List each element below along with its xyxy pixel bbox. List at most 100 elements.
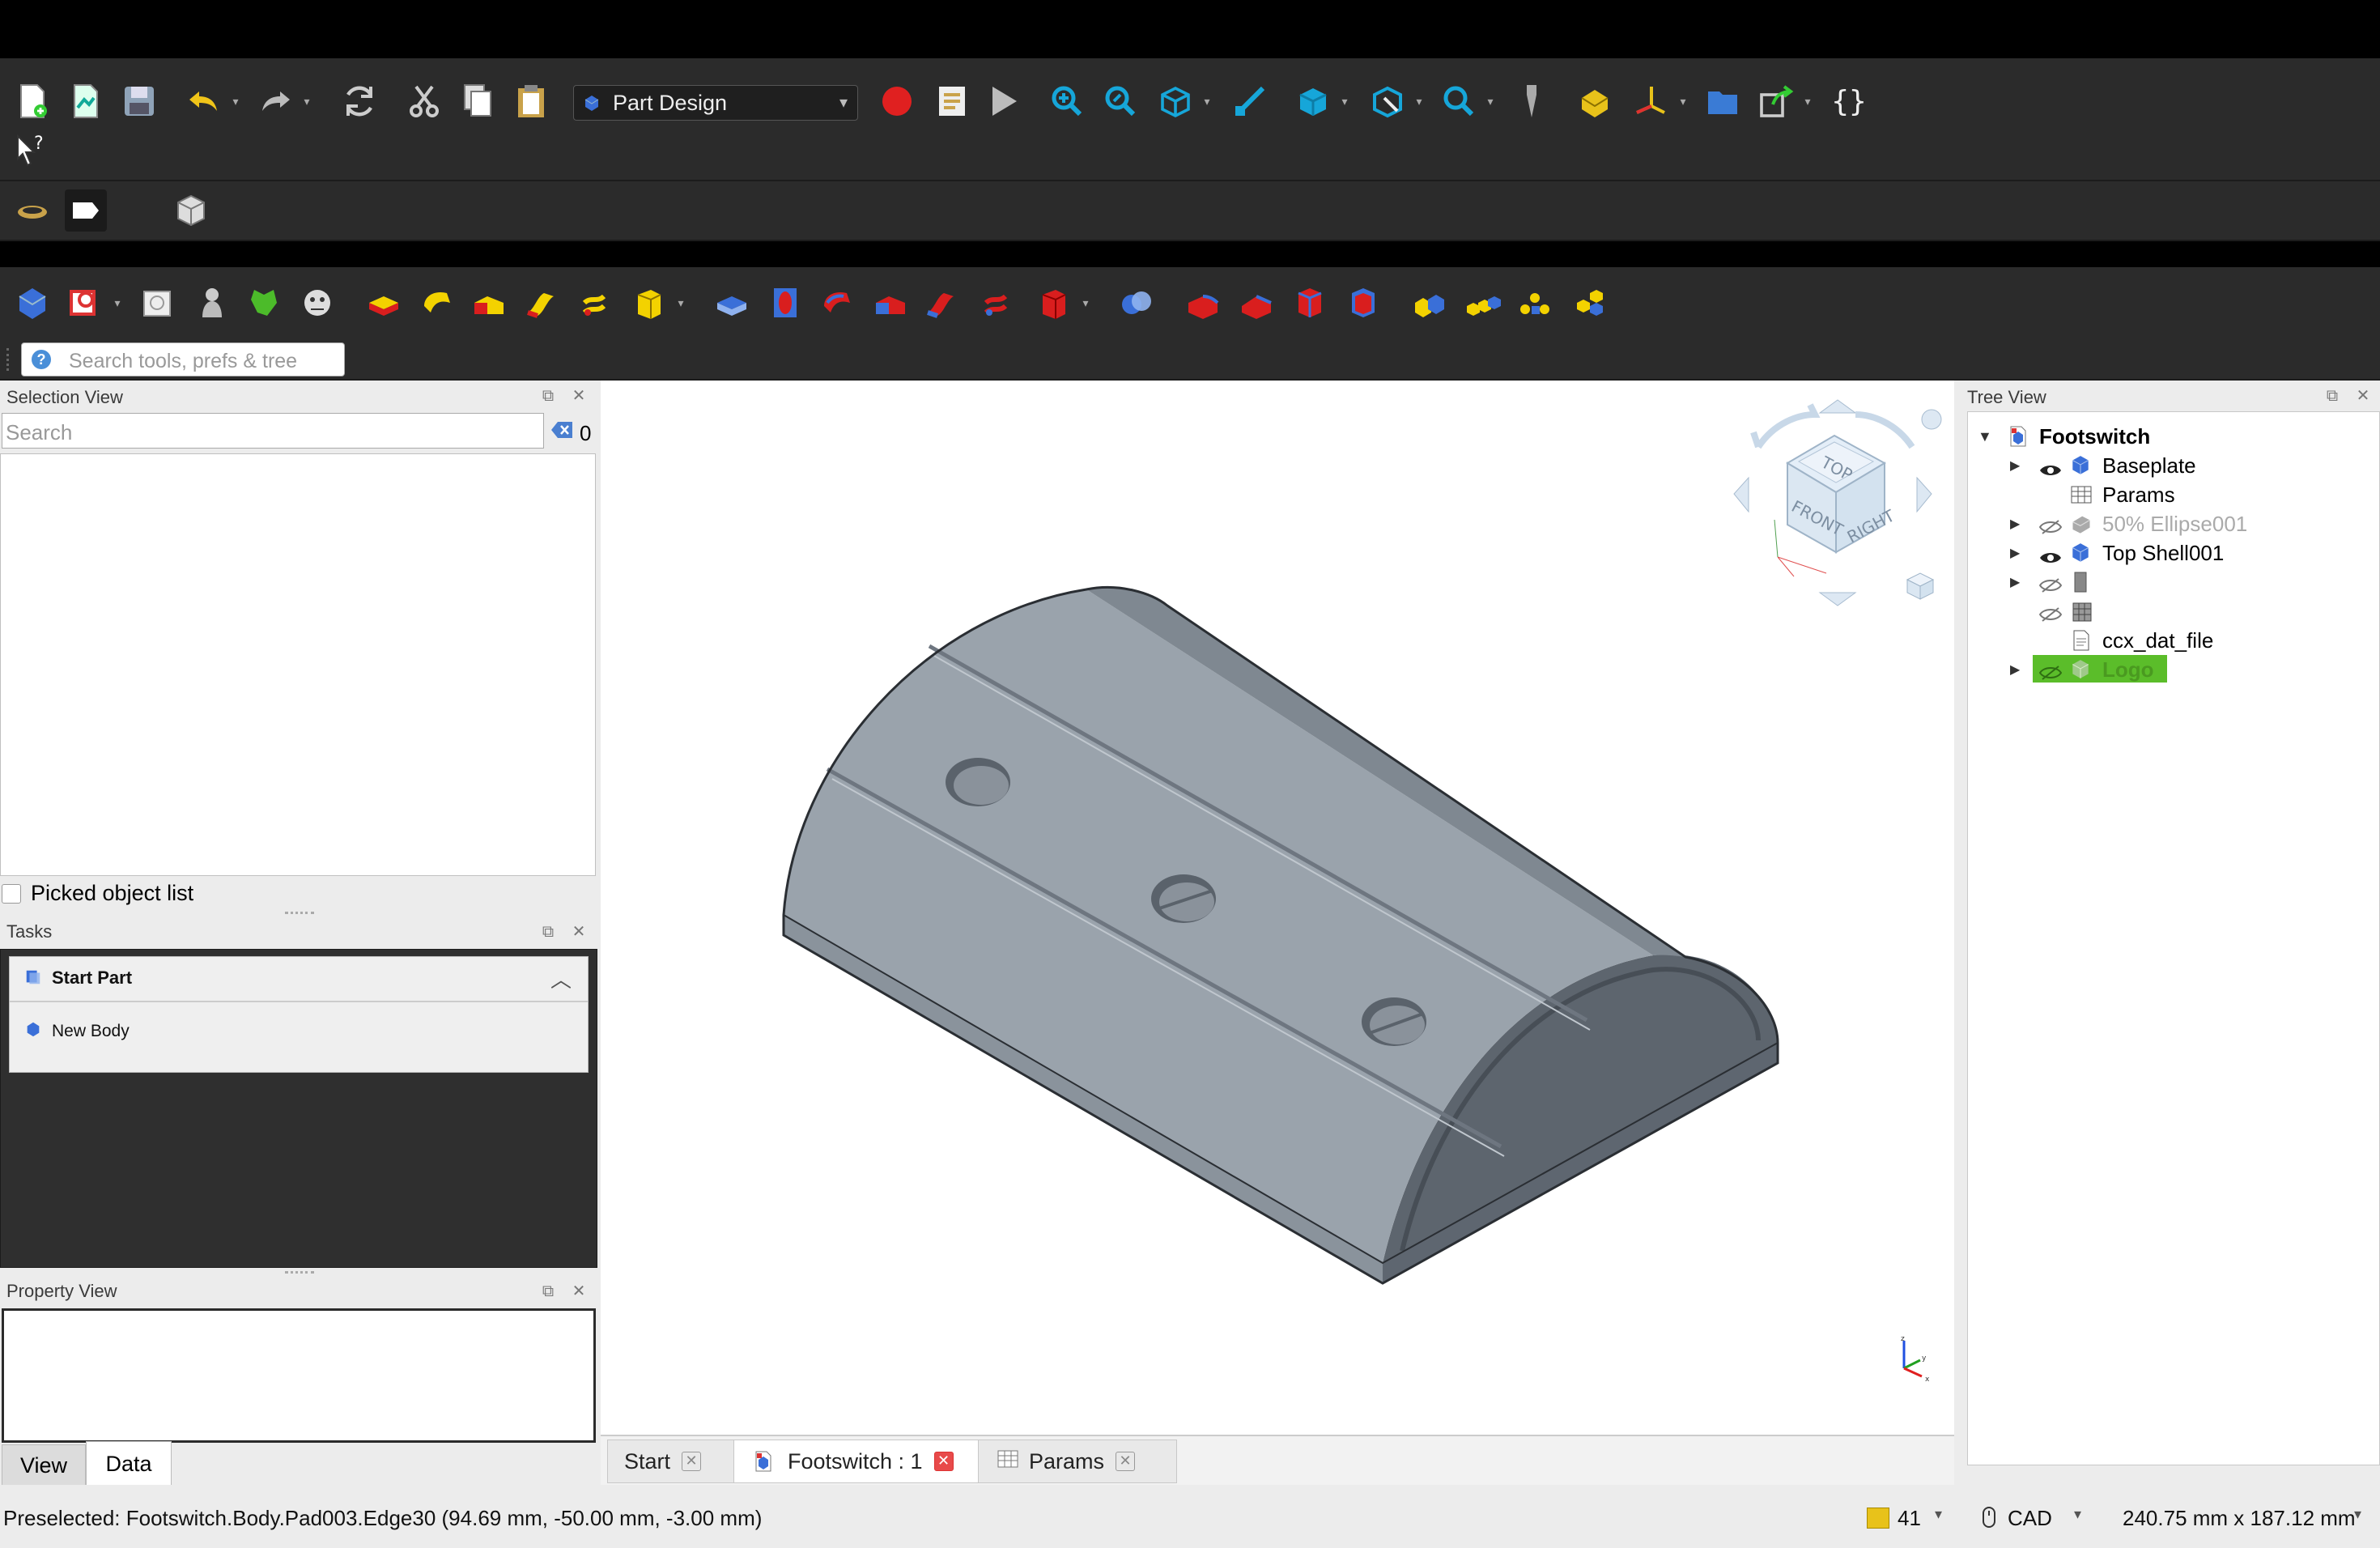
mirrored-icon[interactable] xyxy=(1409,282,1451,324)
new-document-icon[interactable] xyxy=(11,80,53,122)
tab-footswitch[interactable]: Footswitch : 1 ✕ xyxy=(733,1440,991,1483)
additive-loft-icon[interactable] xyxy=(468,282,510,324)
draw-style-icon[interactable] xyxy=(1292,80,1334,122)
polar-pattern-icon[interactable] xyxy=(1514,282,1556,324)
eye-hidden-icon[interactable] xyxy=(2038,603,2063,628)
pad-icon[interactable] xyxy=(363,282,405,324)
paste-icon[interactable] xyxy=(510,80,552,122)
splitter-handle[interactable] xyxy=(285,1271,314,1274)
close-icon[interactable]: ✕ xyxy=(570,923,588,941)
additive-pipe-icon[interactable] xyxy=(521,282,563,324)
float-icon[interactable]: ⧉ xyxy=(539,1282,557,1300)
additive-helix-icon[interactable] xyxy=(573,282,615,324)
eye-icon[interactable] xyxy=(2039,546,2062,571)
coord-dropdown-icon[interactable]: ▾ xyxy=(1677,80,1689,122)
sketch-view-icon[interactable] xyxy=(65,189,107,232)
additive-primitive-dropdown-icon[interactable]: ▾ xyxy=(675,282,686,324)
chamfer-icon[interactable] xyxy=(1235,282,1277,324)
expand-down-icon[interactable]: ▼ xyxy=(1978,428,1992,445)
draft-icon[interactable] xyxy=(1289,282,1331,324)
float-icon[interactable]: ⧉ xyxy=(539,923,557,941)
view-dropdown-icon[interactable]: ▾ xyxy=(1201,80,1213,122)
tab-start[interactable]: Start ✕ xyxy=(607,1440,738,1483)
sketch-dropdown-icon[interactable]: ▾ xyxy=(112,282,123,324)
python-console-icon[interactable]: {} xyxy=(1828,80,1870,122)
toolbar-grip[interactable] xyxy=(6,348,14,371)
expand-right-icon[interactable]: ▶ xyxy=(2010,574,2020,590)
measure-icon[interactable] xyxy=(1511,80,1553,122)
redo-dropdown-icon[interactable]: ▾ xyxy=(301,80,312,122)
close-tab-icon[interactable]: ✕ xyxy=(1116,1452,1136,1471)
multitransform-icon[interactable] xyxy=(1569,282,1611,324)
shape-binder-icon[interactable] xyxy=(243,282,285,324)
new-body-task[interactable]: New Body xyxy=(10,1014,588,1053)
subtractive-helix-icon[interactable] xyxy=(975,282,1017,324)
isometric-view-icon[interactable] xyxy=(1154,80,1196,122)
close-icon[interactable]: ✕ xyxy=(570,1282,588,1300)
tab-params[interactable]: Params ✕ xyxy=(978,1440,1177,1483)
create-sketch-icon[interactable] xyxy=(65,282,107,324)
copy-icon[interactable] xyxy=(457,80,499,122)
group-folder-icon[interactable] xyxy=(1702,80,1744,122)
ellipse-tool-icon[interactable] xyxy=(11,189,53,232)
subtractive-pipe-icon[interactable] xyxy=(921,282,963,324)
zoom-dropdown-icon[interactable]: ▾ xyxy=(1485,80,1496,122)
clear-search-icon[interactable] xyxy=(550,419,573,440)
navigation-style[interactable]: CAD xyxy=(2008,1506,2052,1531)
redo-icon[interactable] xyxy=(254,80,296,122)
hole-icon[interactable] xyxy=(764,282,806,324)
subtractive-primitive-dropdown-icon[interactable]: ▾ xyxy=(1080,282,1091,324)
chevron-down-icon[interactable]: ▾ xyxy=(2074,1506,2081,1523)
record-macro-icon[interactable] xyxy=(876,80,918,122)
splitter-handle[interactable] xyxy=(285,912,314,914)
thickness-icon[interactable] xyxy=(1342,282,1384,324)
subtractive-box-icon[interactable] xyxy=(1033,282,1075,324)
linear-pattern-icon[interactable] xyxy=(1462,282,1504,324)
notification-icon[interactable] xyxy=(1867,1508,1889,1529)
dimension-icon[interactable] xyxy=(1229,80,1271,122)
whats-this-icon[interactable]: ? xyxy=(10,130,52,172)
expand-right-icon[interactable]: ▶ xyxy=(2010,661,2020,678)
chevron-down-icon[interactable]: ▾ xyxy=(2354,1506,2361,1523)
expand-right-icon[interactable]: ▶ xyxy=(2010,457,2020,474)
tab-view[interactable]: View xyxy=(2,1444,86,1486)
float-icon[interactable]: ⧉ xyxy=(2323,387,2341,405)
save-icon[interactable] xyxy=(118,80,160,122)
boolean-icon[interactable] xyxy=(1116,282,1158,324)
fillet-icon[interactable] xyxy=(1182,282,1224,324)
close-tab-icon[interactable]: ✕ xyxy=(933,1452,954,1471)
std-view-box-icon[interactable] xyxy=(170,189,212,232)
tab-data[interactable]: Data xyxy=(86,1441,172,1486)
box-select-dropdown-icon[interactable]: ▾ xyxy=(1413,80,1425,122)
zoom-icon[interactable] xyxy=(1438,80,1480,122)
macro-editor-icon[interactable] xyxy=(931,80,973,122)
eye-hidden-icon[interactable] xyxy=(2038,661,2063,687)
draw-style-dropdown-icon[interactable]: ▾ xyxy=(1339,80,1350,122)
workbench-selector[interactable]: Part Design ▾ xyxy=(573,85,858,121)
close-icon[interactable]: ✕ xyxy=(2354,387,2372,405)
search-tools-input[interactable]: ? Search tools, prefs & tree xyxy=(21,342,345,376)
clone-icon[interactable] xyxy=(191,282,233,324)
document-tree[interactable]: ▼ Footswitch ▶ Baseplate Params ▶ 50% El… xyxy=(1967,411,2380,1465)
selection-search-input[interactable]: Search xyxy=(2,413,544,449)
revolution-icon[interactable] xyxy=(416,282,458,324)
close-tab-icon[interactable]: ✕ xyxy=(682,1452,702,1471)
start-part-header[interactable]: Start Part ︿ xyxy=(10,957,588,1002)
fit-all-icon[interactable] xyxy=(1046,80,1088,122)
3d-viewport[interactable]: TOP FRONT RIGHT z y x xyxy=(601,381,1954,1435)
selection-list[interactable] xyxy=(0,453,596,876)
eye-hidden-icon[interactable] xyxy=(2038,574,2063,599)
expand-right-icon[interactable]: ▶ xyxy=(2010,545,2020,561)
link-dropdown-icon[interactable]: ▾ xyxy=(1802,80,1813,122)
coordinate-system-icon[interactable] xyxy=(1630,80,1672,122)
subtractive-loft-icon[interactable] xyxy=(869,282,912,324)
expand-right-icon[interactable]: ▶ xyxy=(2010,516,2020,532)
chevron-down-icon[interactable]: ▾ xyxy=(1935,1506,1942,1523)
navigation-cube[interactable]: TOP FRONT RIGHT xyxy=(1726,390,1944,617)
property-editor[interactable] xyxy=(2,1308,596,1443)
eye-icon[interactable] xyxy=(2039,458,2062,483)
pocket-icon[interactable] xyxy=(711,282,753,324)
open-document-icon[interactable] xyxy=(65,80,107,122)
close-icon[interactable]: ✕ xyxy=(570,387,588,405)
undo-icon[interactable] xyxy=(183,80,225,122)
